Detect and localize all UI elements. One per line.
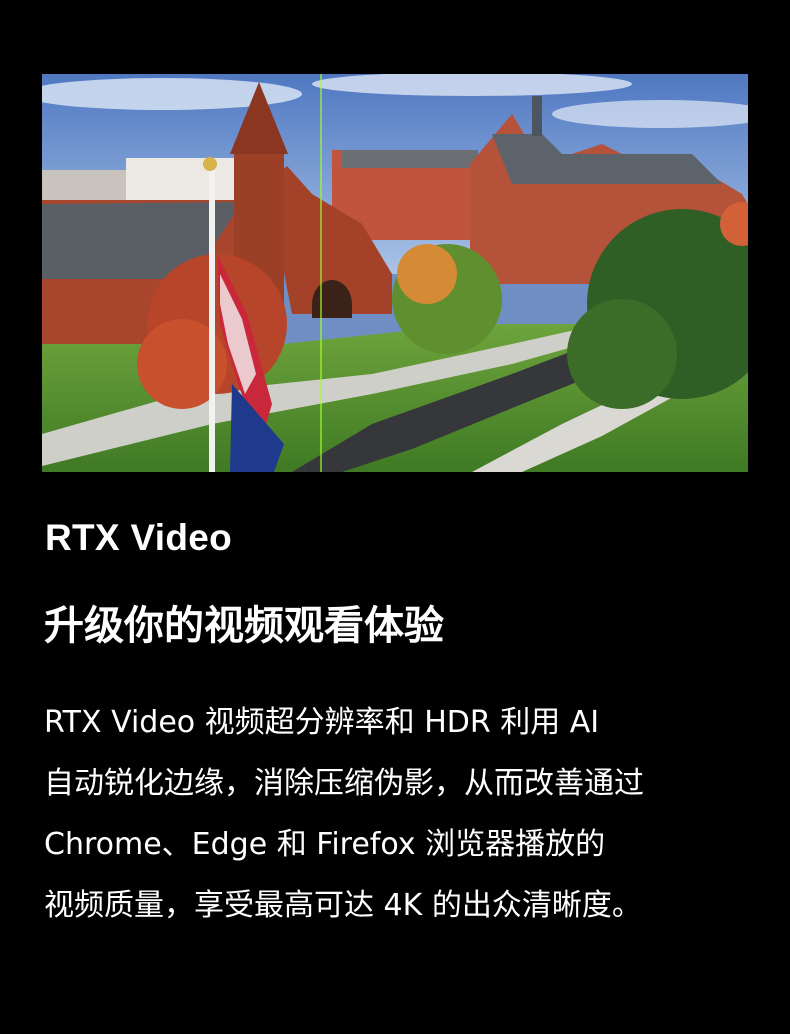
description-line: RTX Video 视频超分辨率和 HDR 利用 AI	[44, 705, 600, 740]
description-line: Chrome、Edge 和 Firefox 浏览器播放的	[44, 827, 606, 862]
white-building	[126, 158, 236, 202]
feature-description: RTX Video 视频超分辨率和 HDR 利用 AI 自动锐化边缘，消除压缩伪…	[44, 692, 750, 936]
product-label: RTX Video	[45, 517, 233, 558]
campus-photo	[42, 74, 748, 472]
description-line: 视频质量，享受最高可达 4K 的出众清晰度。	[44, 888, 642, 923]
flag-pole	[209, 164, 215, 472]
hall-spire	[532, 96, 542, 136]
large-oak-tree	[567, 299, 677, 409]
description-line: 自动锐化边缘，消除压缩伪影，从而改善通过	[44, 766, 644, 801]
flag-pole-finial	[203, 157, 217, 171]
hero-image	[42, 74, 748, 472]
distant-building	[42, 170, 132, 200]
roof	[342, 150, 478, 168]
page-headline: 升级你的视频观看体验	[44, 603, 444, 649]
autumn-tree	[397, 244, 457, 304]
